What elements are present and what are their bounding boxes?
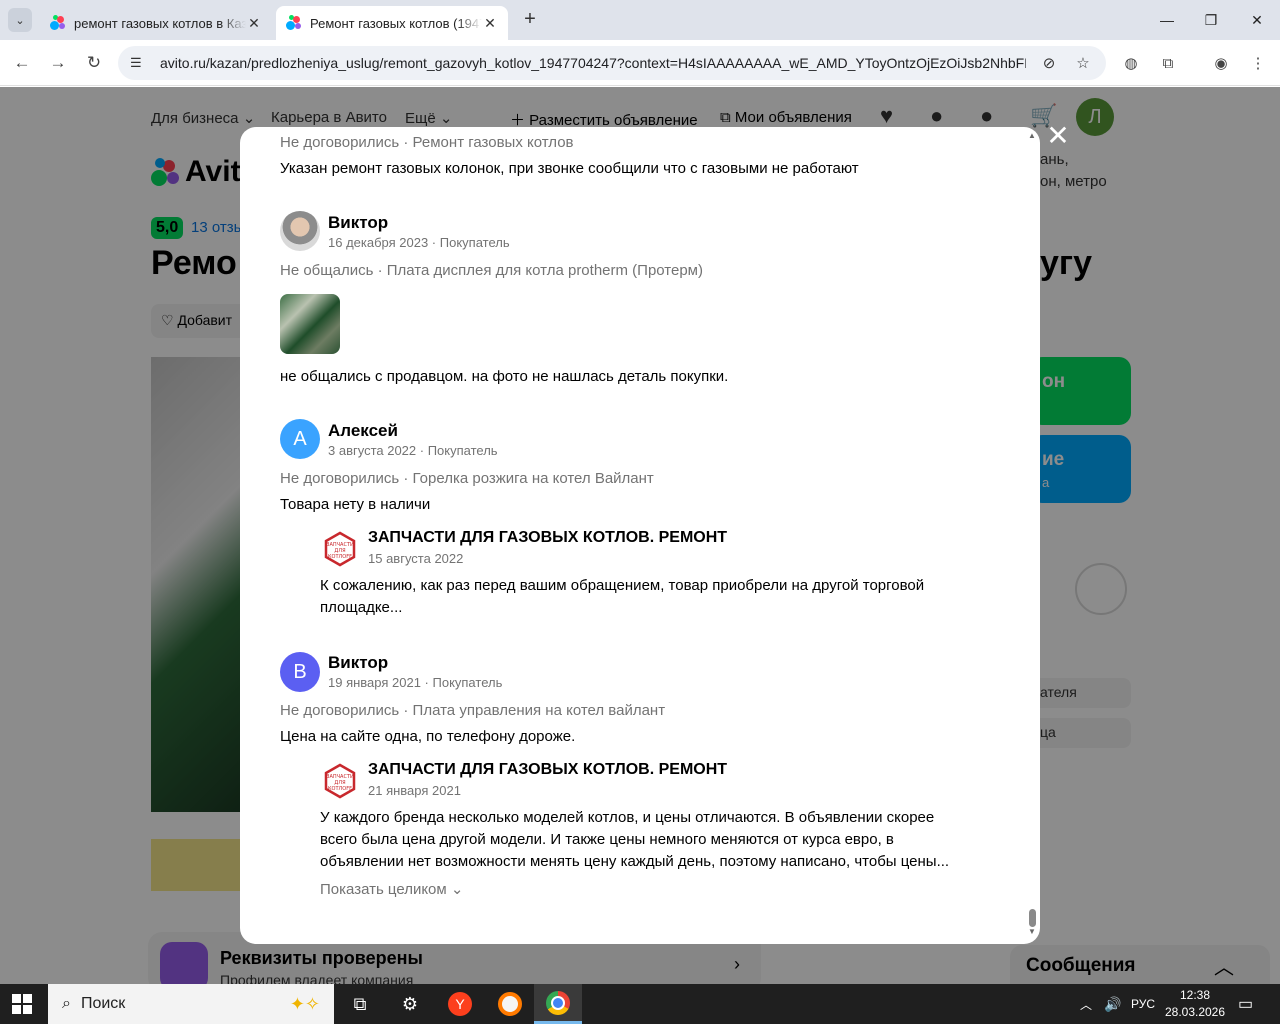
new-tab-icon[interactable]: + bbox=[519, 9, 541, 31]
reviewer-name[interactable]: Алексей bbox=[328, 421, 398, 441]
reviewer-name[interactable]: Виктор bbox=[328, 213, 388, 233]
show-full-button[interactable]: Показать целиком ⌄ bbox=[320, 880, 463, 898]
avito-favicon-icon bbox=[286, 15, 302, 31]
reviewer-name[interactable]: Виктор bbox=[328, 653, 388, 673]
tab-search-button[interactable]: ⌄ bbox=[8, 8, 32, 32]
minimize-icon[interactable]: — bbox=[1144, 0, 1190, 40]
modal-scrollbar[interactable]: ▲ ▼ bbox=[1026, 127, 1038, 944]
review-deal-meta: Не договорились · Горелка розжига на кот… bbox=[280, 470, 654, 487]
task-view-icon[interactable]: ⧉ bbox=[336, 984, 384, 1024]
seller-answer-name[interactable]: ЗАПЧАСТИ ДЛЯ ГАЗОВЫХ КОТЛОВ. РЕМОНТ bbox=[368, 529, 727, 547]
profile-icon[interactable]: ◉ bbox=[1210, 52, 1232, 74]
seller-answer-date: 21 января 2021 bbox=[368, 783, 461, 798]
review-deal-meta: Не договорились · Плата управления на ко… bbox=[280, 702, 666, 719]
review-text: не общались с продавцом. на фото не нашл… bbox=[280, 368, 729, 385]
seller-answer-text: У каждого бренда несколько моделей котло… bbox=[320, 809, 950, 870]
yandex-browser-icon[interactable]: Y bbox=[436, 984, 484, 1024]
search-icon: ⌕ bbox=[62, 995, 71, 1012]
taskbar-search-box[interactable]: ⌕ Поиск ✦✧ bbox=[48, 984, 334, 1024]
back-icon[interactable]: ← bbox=[10, 51, 34, 75]
browser-tab-ad[interactable]: Ремонт газовых котлов (19477 ✕ bbox=[276, 6, 508, 40]
browser-toolbar: ← → ↻ ☰ avito.ru/kazan/predlozheniya_usl… bbox=[0, 40, 1280, 86]
review-deal-meta: Не договорились · Ремонт газовых котлов bbox=[280, 134, 574, 151]
tab-title: Ремонт газовых котлов (19477 bbox=[310, 15, 482, 31]
reviews-modal: Не договорились · Ремонт газовых котлов … bbox=[240, 127, 1040, 944]
address-bar[interactable]: ☰ avito.ru/kazan/predlozheniya_uslug/rem… bbox=[118, 46, 1106, 80]
menu-dots-icon[interactable]: ⋮ bbox=[1247, 52, 1269, 74]
review-photo[interactable] bbox=[280, 294, 340, 354]
close-tab-icon[interactable]: ✕ bbox=[482, 15, 498, 32]
app-icon[interactable] bbox=[486, 984, 534, 1024]
review-deal-meta: Не общались · Плата дисплея для котла pr… bbox=[280, 262, 703, 279]
close-tab-icon[interactable]: ✕ bbox=[246, 15, 262, 32]
reviewer-avatar[interactable] bbox=[280, 211, 320, 251]
translate-icon[interactable]: ◍ bbox=[1120, 52, 1142, 74]
windows-taskbar: ⌕ Поиск ✦✧ ⧉ ⚙ Y ︿ 🔊 РУС 12:38 28.03.202… bbox=[0, 984, 1280, 1024]
eye-off-icon[interactable]: ⊘ bbox=[1038, 54, 1060, 72]
forward-icon[interactable]: → bbox=[46, 51, 70, 75]
svg-text:КОТЛОFF: КОТЛОFF bbox=[328, 554, 352, 560]
search-placeholder: Поиск bbox=[80, 995, 126, 1012]
reviewer-avatar[interactable]: В bbox=[280, 652, 320, 692]
window-close-icon[interactable]: ✕ bbox=[1234, 0, 1280, 40]
seller-logo-icon: ЗАПЧАСТИ ДЛЯ КОТЛОFF bbox=[320, 529, 360, 569]
chrome-icon[interactable] bbox=[534, 984, 582, 1024]
bookmark-star-icon[interactable]: ☆ bbox=[1072, 54, 1094, 72]
extensions-icon[interactable]: ⧉ bbox=[1157, 52, 1179, 74]
tray-overflow-icon[interactable]: ︿ bbox=[1080, 984, 1092, 1024]
close-modal-icon[interactable]: ✕ bbox=[1044, 122, 1072, 150]
review-date: 16 декабря 2023 · Покупатель bbox=[328, 235, 510, 250]
language-indicator[interactable]: РУС bbox=[1131, 984, 1155, 1024]
windows-start-icon[interactable] bbox=[12, 994, 32, 1014]
review-date: 19 января 2021 · Покупатель bbox=[328, 675, 503, 690]
review-text: Указан ремонт газовых колонок, при звонк… bbox=[280, 160, 859, 177]
review-text: Товара нету в наличи bbox=[280, 496, 431, 513]
review-text: Цена на сайте одна, по телефону дороже. bbox=[280, 728, 576, 745]
seller-answer-text: К сожалению, как раз перед вашим обращен… bbox=[320, 577, 925, 616]
notifications-icon[interactable]: ▭ bbox=[1238, 984, 1253, 1024]
restore-icon[interactable]: ❐ bbox=[1188, 0, 1234, 40]
scroll-up-arrow-icon[interactable]: ▲ bbox=[1028, 131, 1036, 140]
reload-icon[interactable]: ↻ bbox=[82, 51, 106, 75]
review-date: 3 августа 2022 · Покупатель bbox=[328, 443, 498, 458]
scroll-down-arrow-icon[interactable]: ▼ bbox=[1028, 927, 1036, 936]
scrollbar-thumb[interactable] bbox=[1029, 909, 1036, 927]
volume-icon[interactable]: 🔊 bbox=[1104, 984, 1121, 1024]
url-text[interactable]: avito.ru/kazan/predlozheniya_uslug/remon… bbox=[160, 55, 1026, 71]
tab-title: ремонт газовых котлов в Каза bbox=[74, 15, 246, 31]
sparkle-icon: ✦✧ bbox=[289, 993, 320, 1014]
seller-answer-name[interactable]: ЗАПЧАСТИ ДЛЯ ГАЗОВЫХ КОТЛОВ. РЕМОНТ bbox=[368, 761, 727, 779]
svg-text:КОТЛОFF: КОТЛОFF bbox=[328, 786, 352, 792]
settings-gear-icon[interactable]: ⚙ bbox=[386, 984, 434, 1024]
avito-favicon-icon bbox=[50, 15, 66, 31]
browser-tab-bar: ⌄ ремонт газовых котлов в Каза ✕ Ремонт … bbox=[0, 0, 1280, 40]
reviewer-avatar[interactable]: А bbox=[280, 419, 320, 459]
browser-tab-search[interactable]: ремонт газовых котлов в Каза ✕ bbox=[40, 6, 272, 40]
seller-logo-icon: ЗАПЧАСТИ ДЛЯ КОТЛОFF bbox=[320, 761, 360, 801]
clock[interactable]: 12:38 28.03.2026 bbox=[1160, 987, 1230, 1021]
site-info-icon[interactable]: ☰ bbox=[130, 55, 148, 71]
seller-answer-date: 15 августа 2022 bbox=[368, 551, 464, 566]
